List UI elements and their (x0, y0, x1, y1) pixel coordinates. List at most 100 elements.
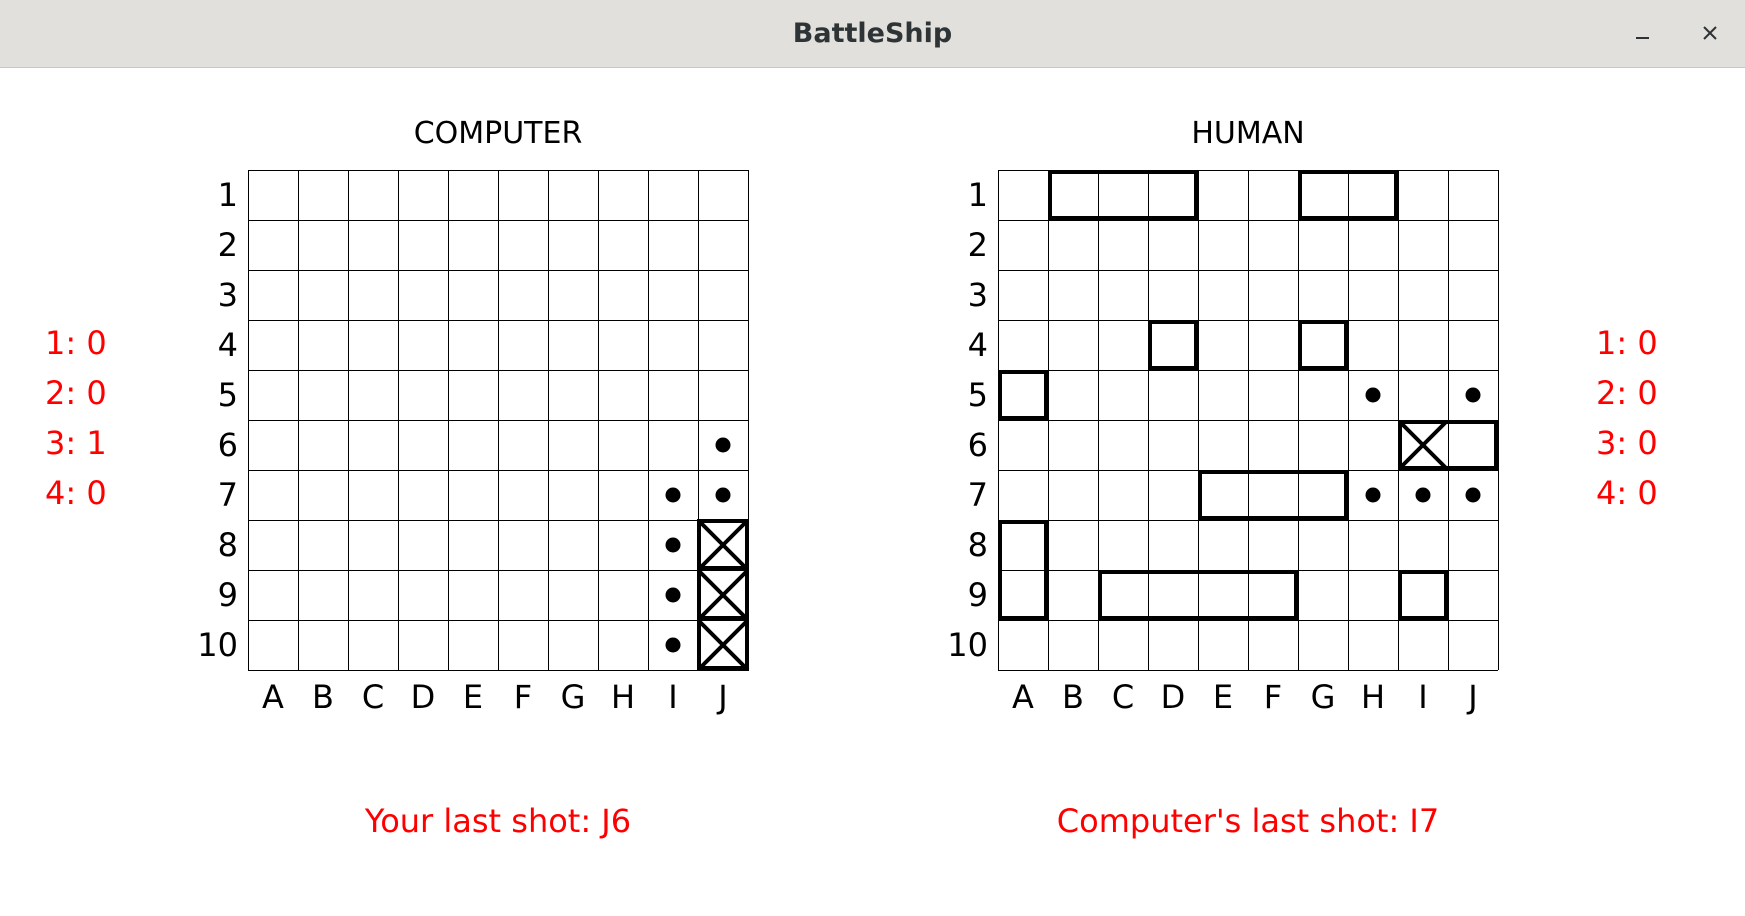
cell-J6[interactable] (1448, 420, 1498, 470)
cell-G8[interactable] (1298, 520, 1348, 570)
cell-B7[interactable] (1048, 470, 1098, 520)
cell-J2[interactable] (1448, 220, 1498, 270)
cell-J4[interactable] (1448, 320, 1498, 370)
cell-G1[interactable] (1298, 170, 1348, 220)
cell-G7[interactable] (548, 470, 598, 520)
cell-D1[interactable] (398, 170, 448, 220)
cell-D5[interactable] (1148, 370, 1198, 420)
cell-A10[interactable] (248, 620, 298, 670)
cell-J5[interactable] (698, 370, 748, 420)
title-bar[interactable]: BattleShip (0, 0, 1745, 68)
cell-J1[interactable] (698, 170, 748, 220)
cell-H9[interactable] (598, 570, 648, 620)
cell-A3[interactable] (248, 270, 298, 320)
cell-D2[interactable] (398, 220, 448, 270)
cell-J8[interactable] (1448, 520, 1498, 570)
cell-E3[interactable] (448, 270, 498, 320)
cell-I7[interactable] (1398, 470, 1448, 520)
cell-J2[interactable] (698, 220, 748, 270)
cell-B10[interactable] (1048, 620, 1098, 670)
cell-J3[interactable] (1448, 270, 1498, 320)
cell-B4[interactable] (298, 320, 348, 370)
cell-H10[interactable] (598, 620, 648, 670)
cell-C9[interactable] (1098, 570, 1148, 620)
cell-E1[interactable] (448, 170, 498, 220)
cell-C9[interactable] (348, 570, 398, 620)
cell-H7[interactable] (598, 470, 648, 520)
cell-I9[interactable] (1398, 570, 1448, 620)
cell-C8[interactable] (348, 520, 398, 570)
cell-H3[interactable] (1348, 270, 1398, 320)
cell-H4[interactable] (1348, 320, 1398, 370)
cell-A2[interactable] (248, 220, 298, 270)
cell-J5[interactable] (1448, 370, 1498, 420)
cell-I5[interactable] (648, 370, 698, 420)
cell-G8[interactable] (548, 520, 598, 570)
cell-G4[interactable] (1298, 320, 1348, 370)
cell-I6[interactable] (1398, 420, 1448, 470)
cell-H5[interactable] (598, 370, 648, 420)
cell-I1[interactable] (1398, 170, 1448, 220)
cell-B3[interactable] (298, 270, 348, 320)
cell-B1[interactable] (1048, 170, 1098, 220)
cell-F4[interactable] (1248, 320, 1298, 370)
cell-I3[interactable] (1398, 270, 1448, 320)
cell-I2[interactable] (1398, 220, 1448, 270)
cell-H1[interactable] (1348, 170, 1398, 220)
cell-B3[interactable] (1048, 270, 1098, 320)
cell-F6[interactable] (498, 420, 548, 470)
cell-E1[interactable] (1198, 170, 1248, 220)
cell-C8[interactable] (1098, 520, 1148, 570)
cell-I7[interactable] (648, 470, 698, 520)
cell-G10[interactable] (1298, 620, 1348, 670)
cell-C7[interactable] (348, 470, 398, 520)
cell-A7[interactable] (248, 470, 298, 520)
cell-A5[interactable] (998, 370, 1048, 420)
cell-B1[interactable] (298, 170, 348, 220)
cell-D4[interactable] (1148, 320, 1198, 370)
cell-F2[interactable] (498, 220, 548, 270)
cell-G1[interactable] (548, 170, 598, 220)
cell-H5[interactable] (1348, 370, 1398, 420)
cell-G3[interactable] (1298, 270, 1348, 320)
cell-H1[interactable] (598, 170, 648, 220)
cell-F4[interactable] (498, 320, 548, 370)
cell-F3[interactable] (498, 270, 548, 320)
cell-G7[interactable] (1298, 470, 1348, 520)
cell-C7[interactable] (1098, 470, 1148, 520)
cell-A6[interactable] (248, 420, 298, 470)
cell-D9[interactable] (1148, 570, 1198, 620)
cell-C4[interactable] (348, 320, 398, 370)
cell-B5[interactable] (298, 370, 348, 420)
cell-A8[interactable] (998, 520, 1048, 570)
cell-F7[interactable] (498, 470, 548, 520)
cell-F5[interactable] (498, 370, 548, 420)
cell-A2[interactable] (998, 220, 1048, 270)
cell-J4[interactable] (698, 320, 748, 370)
cell-A4[interactable] (248, 320, 298, 370)
minimize-button[interactable] (1622, 14, 1662, 54)
cell-C4[interactable] (1098, 320, 1148, 370)
cell-A8[interactable] (248, 520, 298, 570)
cell-F8[interactable] (498, 520, 548, 570)
cell-F5[interactable] (1248, 370, 1298, 420)
cell-I5[interactable] (1398, 370, 1448, 420)
cell-C3[interactable] (1098, 270, 1148, 320)
cell-D2[interactable] (1148, 220, 1198, 270)
cell-G10[interactable] (548, 620, 598, 670)
cell-G6[interactable] (1298, 420, 1348, 470)
cell-B7[interactable] (298, 470, 348, 520)
cell-H6[interactable] (598, 420, 648, 470)
cell-H6[interactable] (1348, 420, 1398, 470)
cell-D10[interactable] (398, 620, 448, 670)
cell-F1[interactable] (1248, 170, 1298, 220)
cell-B6[interactable] (298, 420, 348, 470)
cell-E8[interactable] (1198, 520, 1248, 570)
cell-C5[interactable] (348, 370, 398, 420)
cell-C2[interactable] (348, 220, 398, 270)
cell-C6[interactable] (1098, 420, 1148, 470)
cell-A5[interactable] (248, 370, 298, 420)
cell-F8[interactable] (1248, 520, 1298, 570)
cell-J7[interactable] (1448, 470, 1498, 520)
cell-J7[interactable] (698, 470, 748, 520)
